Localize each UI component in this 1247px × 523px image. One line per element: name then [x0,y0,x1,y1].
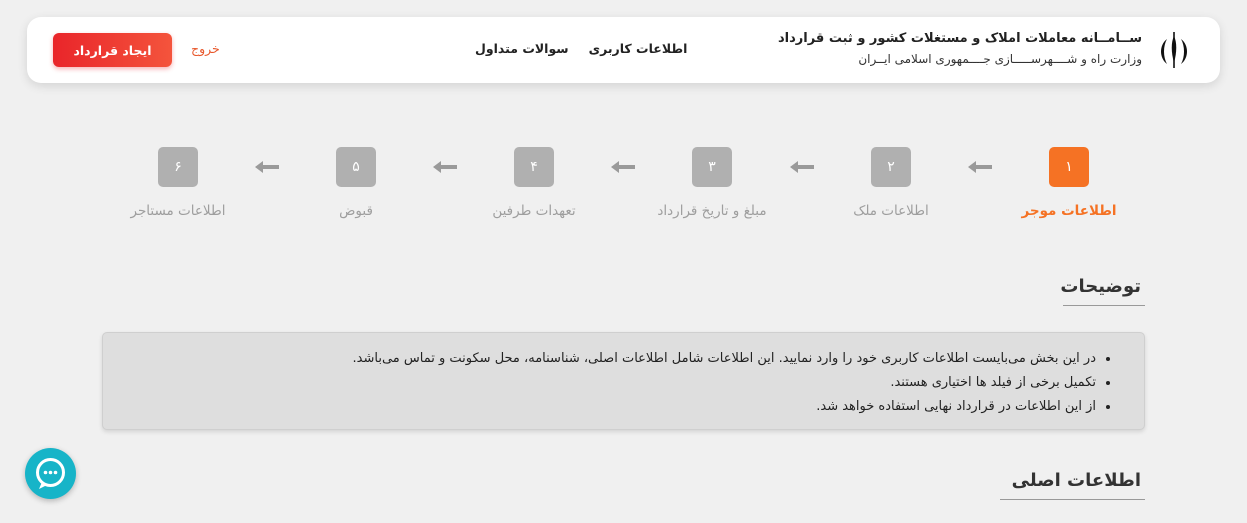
step-3-label: مبلغ و تاریخ قرارداد [657,203,767,219]
iran-emblem-icon [1161,32,1187,68]
description-list: در این بخش می‌بایست اطلاعات کاربری خود ر… [103,347,1096,419]
step-2-number: ۲ [871,147,911,187]
step-6-label: اطلاعات مستاجر [130,203,226,219]
step-1-number: ۱ [1049,147,1089,187]
step-1[interactable]: ۱ اطلاعات موجر [979,147,1159,219]
description-title: توضیحات [1060,276,1145,306]
description-box: در این بخش می‌بایست اطلاعات کاربری خود ر… [102,332,1145,430]
step-6[interactable]: ۶ اطلاعات مستاجر [88,147,268,219]
step-2-label: اطلاعات ملک [853,203,929,219]
step-1-label: اطلاعات موجر [1021,203,1117,219]
step-6-number: ۶ [158,147,198,187]
brand-title: ســامــانه معاملات املاک و مستغلات کشور … [777,31,1142,46]
step-3-number: ۳ [692,147,732,187]
nav-user-info[interactable]: اطلاعات کاربری [589,41,688,56]
step-5[interactable]: ۵ قبوض [266,147,446,219]
step-2[interactable]: ۲ اطلاعات ملک [801,147,981,219]
step-4-label: تعهدات طرفین [492,203,576,219]
step-3[interactable]: ۳ مبلغ و تاریخ قرارداد [622,147,802,219]
description-item: از این اطلاعات در قرارداد نهایی استفاده … [103,395,1096,419]
exit-link[interactable]: خروج [191,41,220,56]
top-header: ســامــانه معاملات املاک و مستغلات کشور … [27,17,1220,83]
step-5-label: قبوض [339,203,373,219]
main-info-title: اطلاعات اصلی [1000,470,1145,500]
brand-subtitle: وزارت راه و شــــهرســـــازی جــــمهوری … [858,52,1142,66]
step-4-number: ۴ [514,147,554,187]
nav-faq[interactable]: سوالات متداول [475,41,569,56]
create-contract-button[interactable]: ایجاد قرارداد [53,33,172,67]
step-5-number: ۵ [336,147,376,187]
step-4[interactable]: ۴ تعهدات طرفین [444,147,624,219]
header-nav: اطلاعات کاربری سوالات متداول [475,41,687,56]
description-item: تکمیل برخی از فیلد ها اختیاری هستند. [103,371,1096,395]
brand-block: ســامــانه معاملات املاک و مستغلات کشور … [778,31,1142,66]
description-item: در این بخش می‌بایست اطلاعات کاربری خود ر… [103,347,1096,371]
chat-button[interactable] [25,448,76,499]
chat-bubble-icon [36,458,65,489]
